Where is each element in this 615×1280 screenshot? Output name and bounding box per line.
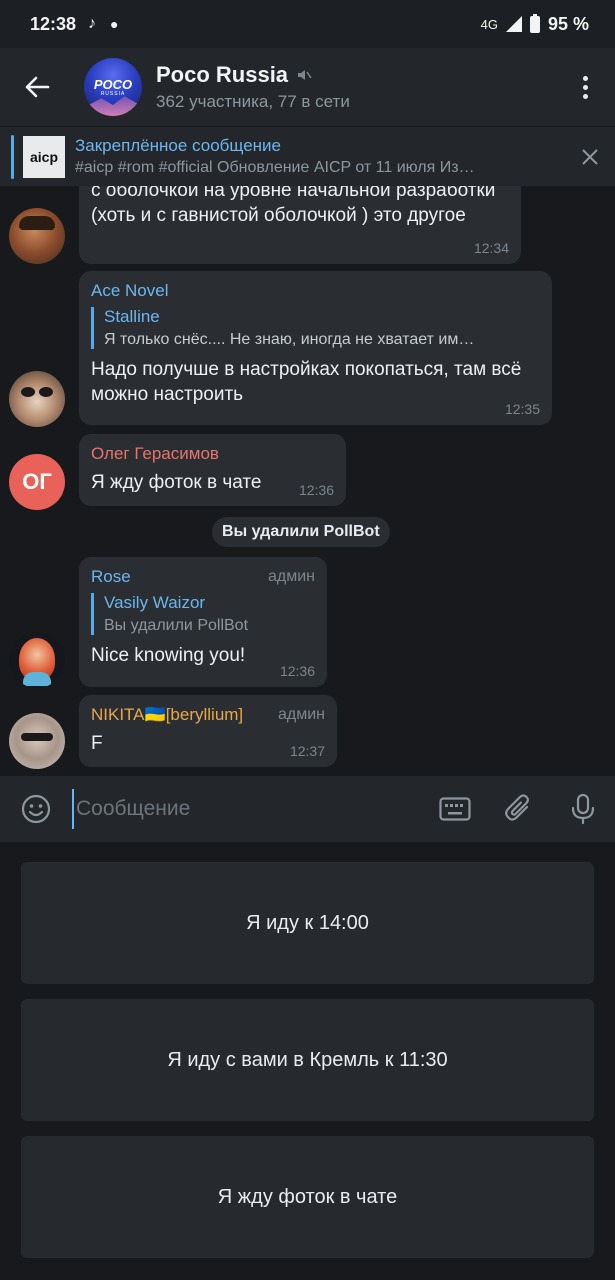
message-time: 12:36 xyxy=(298,482,334,498)
more-dot-icon xyxy=(582,84,588,90)
status-bar: 12:38 ♪ ● 4G 95 % xyxy=(0,0,615,48)
message-time: 12:36 xyxy=(279,663,315,679)
pinned-thumbnail: aicp xyxy=(23,135,65,178)
keyboard-button[interactable]: Я иду к 14:00 xyxy=(21,862,594,984)
message-text: Надо получше в настройках покопаться, та… xyxy=(91,359,522,405)
muted-icon xyxy=(298,70,312,80)
pinned-indicator xyxy=(11,134,14,179)
admin-badge: админ xyxy=(277,706,325,723)
close-icon xyxy=(582,148,598,165)
notification-dot-icon: ● xyxy=(110,16,119,32)
chat-subtitle: 362 участника, 77 в сети xyxy=(156,92,350,111)
reply-preview[interactable]: Vasily Waizor Вы удалили PollBot xyxy=(91,593,315,635)
paperclip-icon xyxy=(505,794,529,821)
message-input[interactable] xyxy=(72,789,423,829)
service-message: Вы удалили PollBot xyxy=(212,517,390,547)
admin-badge: админ xyxy=(267,568,315,585)
network-type: 4G xyxy=(480,16,498,32)
battery-percent: 95 % xyxy=(547,13,589,34)
message-text: с оболочкой на уровне начальной разработ… xyxy=(91,186,496,226)
more-menu-button[interactable] xyxy=(555,48,615,126)
message-bubble[interactable]: Ace Novel Stalline Я только снёс.... Не … xyxy=(79,271,552,425)
avatar-initials: ОГ xyxy=(22,469,52,494)
reply-text: Я только снёс.... Не знаю, иногда не хва… xyxy=(104,331,475,348)
message-list[interactable]: с оболочкой на уровне начальной разработ… xyxy=(0,186,615,776)
message-time: 12:35 xyxy=(504,401,540,417)
avatar-subtext: RUSSIA xyxy=(100,90,126,97)
message-time: 12:37 xyxy=(289,743,325,759)
status-time: 12:38 xyxy=(30,13,77,34)
message-bubble[interactable]: Олег Герасимов Я жду фоток в чате 12:36 xyxy=(79,434,346,506)
message-bubble[interactable]: с оболочкой на уровне начальной разработ… xyxy=(79,186,521,264)
avatar[interactable]: ОГ xyxy=(9,454,65,510)
tiktok-icon: ♪ xyxy=(88,15,97,32)
chat-title-block[interactable]: Poco Russia 362 участника, 77 в сети xyxy=(156,62,555,112)
bot-keyboard-button[interactable] xyxy=(423,776,487,842)
emoji-icon xyxy=(21,794,51,824)
keyboard-icon xyxy=(439,797,471,821)
channel-avatar[interactable]: POCO RUSSIA xyxy=(84,58,142,116)
voice-record-button[interactable] xyxy=(551,776,615,842)
more-dot-icon xyxy=(582,75,588,81)
keyboard-button[interactable]: Я жду фоток в чате xyxy=(21,1136,594,1258)
attach-button[interactable] xyxy=(487,776,551,842)
avatar[interactable] xyxy=(9,713,65,769)
emoji-button[interactable] xyxy=(0,776,72,842)
sender-name[interactable]: Ace Novel xyxy=(91,281,540,301)
avatar[interactable] xyxy=(9,371,65,427)
message-bubble[interactable]: NIKITA🇺🇦[beryllium] админ F 12:37 xyxy=(79,695,337,767)
reply-sender: Vasily Waizor xyxy=(104,593,206,612)
chat-header: POCO RUSSIA Poco Russia 362 участника, 7… xyxy=(0,48,615,126)
more-dot-icon xyxy=(582,93,588,99)
avatar[interactable] xyxy=(9,632,65,688)
back-arrow-icon xyxy=(25,76,50,98)
back-button[interactable] xyxy=(0,48,74,126)
avatar-text: POCO xyxy=(93,76,133,92)
pinned-title: Закреплённое сообщение xyxy=(75,136,281,155)
pinned-text: #aicp #rom #official Обновление AICP от … xyxy=(75,159,475,176)
message-text: Я жду фоток в чате xyxy=(91,472,262,493)
reply-sender: Stalline xyxy=(104,307,160,326)
message-time: 12:34 xyxy=(473,240,509,256)
sender-name[interactable]: Олег Герасимов xyxy=(91,444,334,464)
pinned-message-bar[interactable]: aicp Закреплённое сообщение #aicp #rom #… xyxy=(0,126,615,186)
keyboard-button[interactable]: Я иду с вами в Кремль к 11:30 xyxy=(21,999,594,1121)
avatar[interactable] xyxy=(9,208,65,264)
battery-icon xyxy=(529,13,540,33)
bot-keyboard: Я иду к 14:00 Я иду с вами в Кремль к 11… xyxy=(0,842,615,1280)
microphone-icon xyxy=(571,793,595,825)
reply-text: Вы удалили PollBot xyxy=(104,617,249,634)
chat-title: Poco Russia xyxy=(156,62,289,87)
message-input-bar xyxy=(0,776,615,842)
reply-preview[interactable]: Stalline Я только снёс.... Не знаю, иног… xyxy=(91,307,540,349)
signal-icon xyxy=(505,16,522,32)
message-bubble[interactable]: Rose админ Vasily Waizor Вы удалили Poll… xyxy=(79,557,327,687)
pinned-close-button[interactable] xyxy=(565,148,615,166)
